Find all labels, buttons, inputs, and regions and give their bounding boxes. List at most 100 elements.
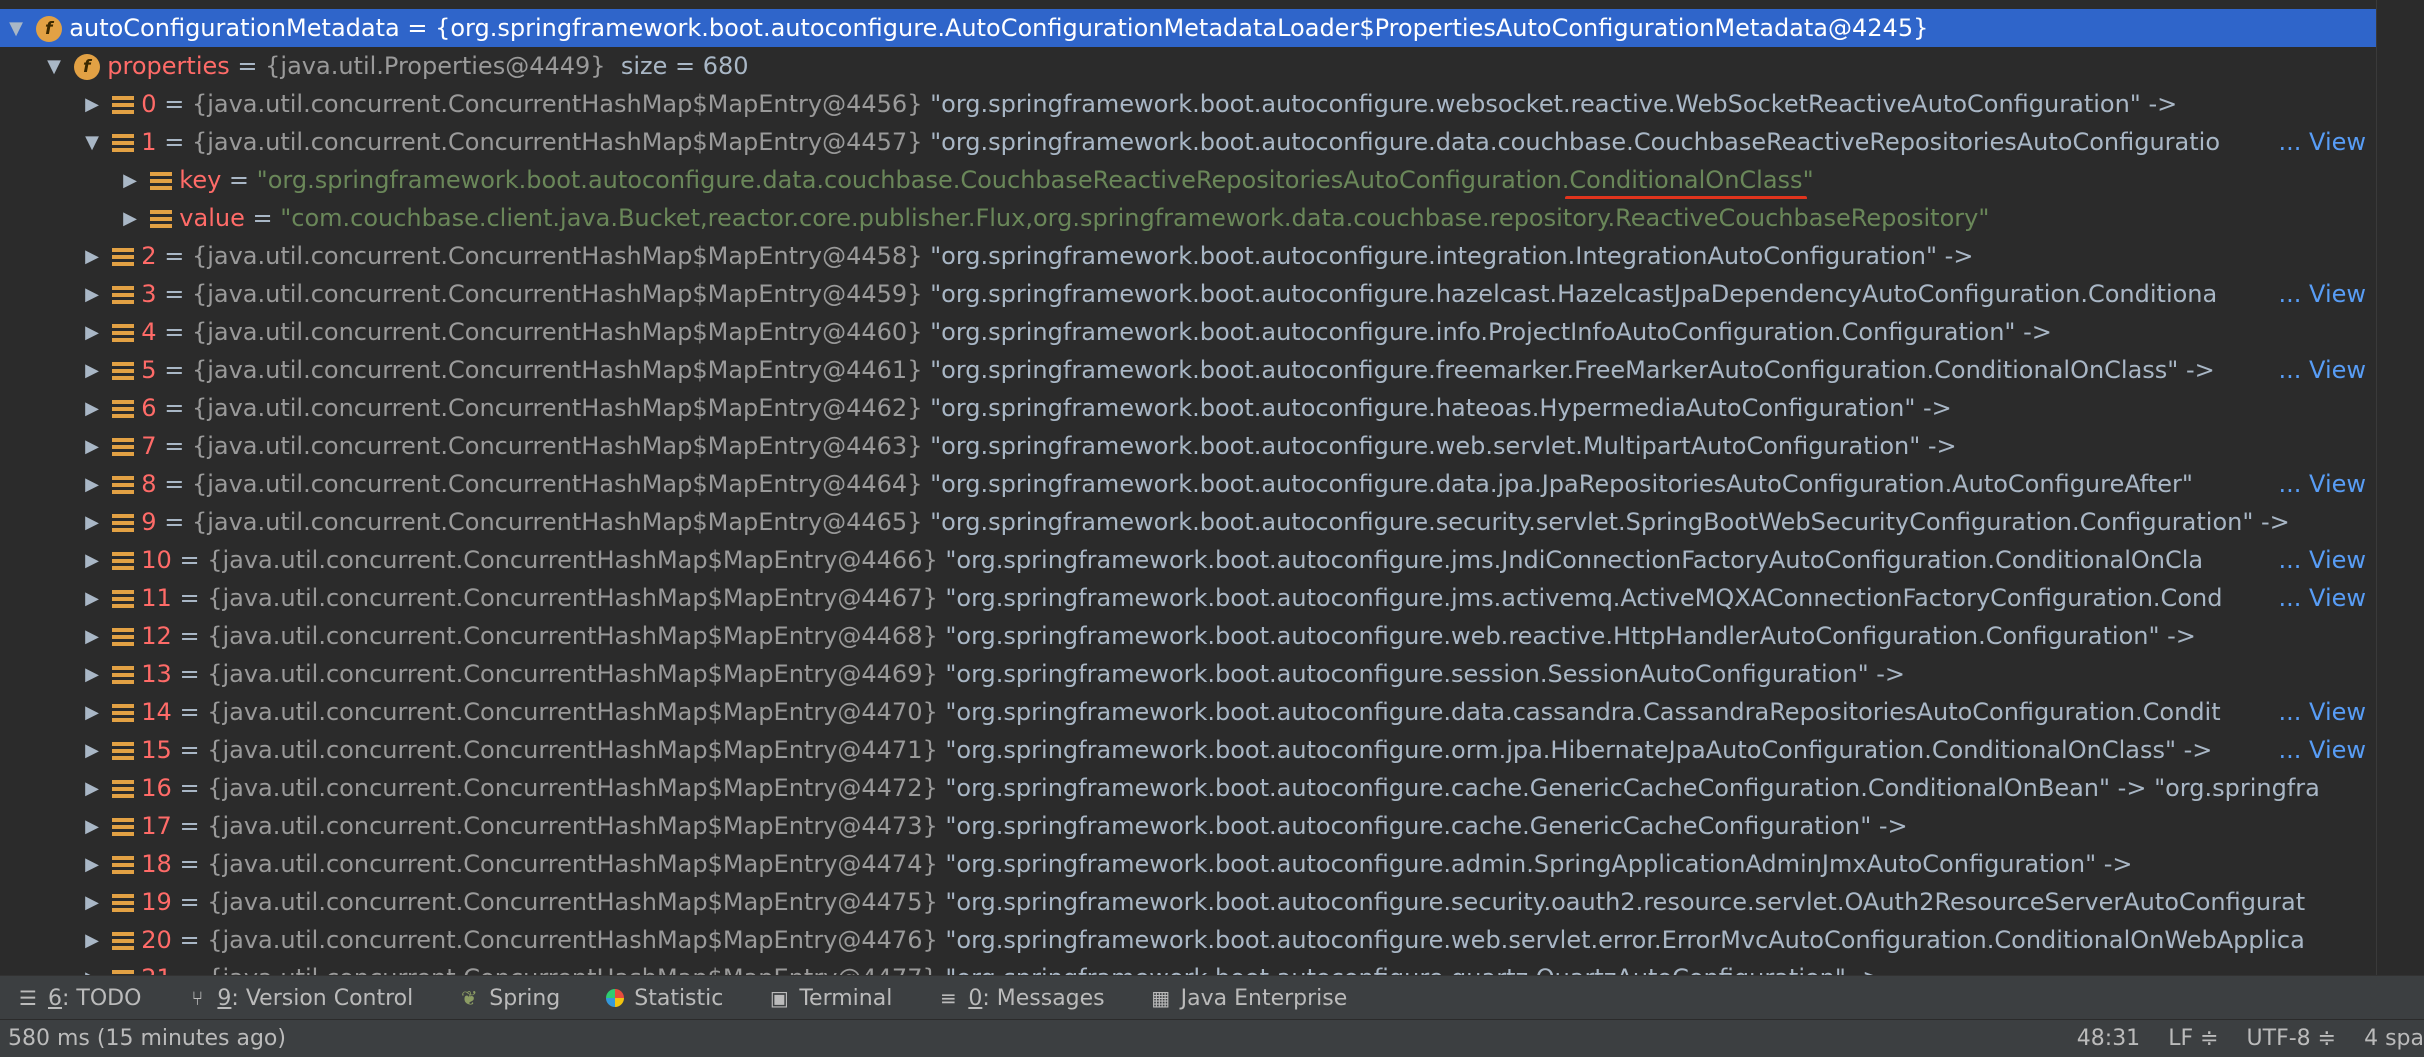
collapsed-arrow-icon[interactable]: ▶ <box>80 656 104 693</box>
collapsed-arrow-icon[interactable]: ▶ <box>80 352 104 389</box>
entry-index: 2 <box>141 242 157 270</box>
terminal-icon: ▣ <box>769 986 789 1010</box>
collapsed-arrow-icon[interactable]: ▶ <box>118 200 142 237</box>
version-control-tab[interactable]: ⑂ 9: Version Control <box>187 986 413 1011</box>
expanded-arrow-icon[interactable]: ▼ <box>4 10 28 47</box>
tree-row-entry[interactable]: ▶ 13 = {java.util.concurrent.ConcurrentH… <box>0 655 2376 693</box>
expanded-arrow-icon[interactable]: ▼ <box>80 124 104 161</box>
tree-row-value[interactable]: ▶ value = "com.couchbase.client.java.Buc… <box>0 199 2376 237</box>
entry-index: 19 <box>141 888 172 916</box>
tree-row-entry[interactable]: ▶ 3 = {java.util.concurrent.ConcurrentHa… <box>0 275 2376 313</box>
entry-text: "org.springframework.boot.autoconfigure.… <box>945 736 2213 764</box>
tree-row-entry[interactable]: ▶ 21 = {java.util.concurrent.ConcurrentH… <box>0 959 2376 975</box>
tree-row-entry[interactable]: ▶ 2 = {java.util.concurrent.ConcurrentHa… <box>0 237 2376 275</box>
tree-row-entry[interactable]: ▶ 12 = {java.util.concurrent.ConcurrentH… <box>0 617 2376 655</box>
collapsed-arrow-icon[interactable]: ▶ <box>80 884 104 921</box>
collapsed-arrow-icon[interactable]: ▶ <box>80 542 104 579</box>
entry-index: 8 <box>141 470 157 498</box>
tree-row-entry[interactable]: ▶ 11 = {java.util.concurrent.ConcurrentH… <box>0 579 2376 617</box>
tree-row-properties[interactable]: ▼ f properties = {java.util.Properties@4… <box>0 47 2376 85</box>
entry-object: {java.util.concurrent.ConcurrentHashMap$… <box>191 356 923 384</box>
tree-row-entry[interactable]: ▶ 0 = {java.util.concurrent.ConcurrentHa… <box>0 85 2376 123</box>
tree-row-entry[interactable]: ▶ 19 = {java.util.concurrent.ConcurrentH… <box>0 883 2376 921</box>
collapsed-arrow-icon[interactable]: ▶ <box>80 618 104 655</box>
entry-text: "org.springframework.boot.autoconfigure.… <box>930 508 2290 536</box>
view-link[interactable]: ... View <box>2264 731 2376 769</box>
collapsed-arrow-icon[interactable]: ▶ <box>80 580 104 617</box>
entry-text: "org.springframework.boot.autoconfigure.… <box>945 964 1882 975</box>
tree-row-entry[interactable]: ▶ 6 = {java.util.concurrent.ConcurrentHa… <box>0 389 2376 427</box>
tree-row-entry[interactable]: ▼ 1 = {java.util.concurrent.ConcurrentHa… <box>0 123 2376 161</box>
entry-text: "org.springframework.boot.autoconfigure.… <box>930 394 1952 422</box>
entry-object: {java.util.concurrent.ConcurrentHashMap$… <box>207 850 938 878</box>
collapsed-arrow-icon[interactable]: ▶ <box>80 808 104 845</box>
view-link[interactable]: ... View <box>2264 351 2376 389</box>
status-bar: 580 ms (15 minutes ago) 48:31 LF ≑ UTF-8… <box>0 1019 2424 1057</box>
collapsed-arrow-icon[interactable]: ▶ <box>80 466 104 503</box>
statistic-icon <box>606 989 625 1007</box>
entry-icon <box>111 550 134 572</box>
tree-row-root[interactable]: ▼ f autoConfigurationMetadata = {org.spr… <box>0 9 2376 47</box>
collapsed-arrow-icon[interactable]: ▶ <box>80 732 104 769</box>
underlined-annotation: ConditionalOnClass <box>1569 166 1803 194</box>
collapsed-arrow-icon[interactable]: ▶ <box>80 960 104 975</box>
collapsed-arrow-icon[interactable]: ▶ <box>80 428 104 465</box>
tree-row-entry[interactable]: ▶ 9 = {java.util.concurrent.ConcurrentHa… <box>0 503 2376 541</box>
todo-tab[interactable]: ☰ 6: TODO <box>18 986 141 1011</box>
collapsed-arrow-icon[interactable]: ▶ <box>80 922 104 959</box>
file-encoding[interactable]: UTF-8 ≑ <box>2247 1020 2337 1057</box>
entry-text: "org.springframework.boot.autoconfigure.… <box>930 90 2178 118</box>
indent-setting[interactable]: 4 spa <box>2364 1020 2424 1057</box>
entry-object: {java.util.concurrent.ConcurrentHashMap$… <box>191 242 923 270</box>
view-link[interactable]: ... View <box>2264 275 2376 313</box>
collapsed-arrow-icon[interactable]: ▶ <box>80 86 104 123</box>
tree-row-entry[interactable]: ▶ 10 = {java.util.concurrent.ConcurrentH… <box>0 541 2376 579</box>
collapsed-arrow-icon[interactable]: ▶ <box>80 694 104 731</box>
tree-row-entry[interactable]: ▶ 18 = {java.util.concurrent.ConcurrentH… <box>0 845 2376 883</box>
expanded-arrow-icon[interactable]: ▼ <box>42 48 66 85</box>
collapsed-arrow-icon[interactable]: ▶ <box>80 504 104 541</box>
tree-row-entry[interactable]: ▶ 5 = {java.util.concurrent.ConcurrentHa… <box>0 351 2376 389</box>
tree-row-entry[interactable]: ▶ 8 = {java.util.concurrent.ConcurrentHa… <box>0 465 2376 503</box>
line-separator[interactable]: LF ≑ <box>2168 1020 2218 1057</box>
entry-index: 6 <box>141 394 157 422</box>
view-link[interactable]: ... View <box>2264 693 2376 731</box>
entry-index: 4 <box>141 318 157 346</box>
tree-row-entry[interactable]: ▶ 14 = {java.util.concurrent.ConcurrentH… <box>0 693 2376 731</box>
collapsed-arrow-icon[interactable]: ▶ <box>80 238 104 275</box>
tree-row-entry[interactable]: ▶ 16 = {java.util.concurrent.ConcurrentH… <box>0 769 2376 807</box>
entry-index: 21 <box>141 964 172 975</box>
cursor-position[interactable]: 48:31 <box>2077 1020 2140 1057</box>
spring-tab[interactable]: ❦ Spring <box>459 986 560 1011</box>
list-icon: ☰ <box>19 986 37 1010</box>
vertical-scrollbar[interactable] <box>2376 0 2424 975</box>
view-link[interactable]: ... View <box>2264 541 2376 579</box>
tree-row-entry[interactable]: ▶ 17 = {java.util.concurrent.ConcurrentH… <box>0 807 2376 845</box>
tree-row-entry[interactable]: ▶ 20 = {java.util.concurrent.ConcurrentH… <box>0 921 2376 959</box>
view-link[interactable]: ... View <box>2264 465 2376 503</box>
view-link[interactable]: ... View <box>2264 123 2376 161</box>
collapsed-arrow-icon[interactable]: ▶ <box>80 770 104 807</box>
collapsed-arrow-icon[interactable]: ▶ <box>80 390 104 427</box>
collapsed-arrow-icon[interactable]: ▶ <box>80 846 104 883</box>
entry-text: "org.springframework.boot.autoconfigure.… <box>930 356 2215 384</box>
variables-tree: ▼ f autoConfigurationMetadata = {org.spr… <box>0 0 2376 975</box>
java-enterprise-tab[interactable]: ▦ Java Enterprise <box>1151 986 1347 1011</box>
collapsed-arrow-icon[interactable]: ▶ <box>118 162 142 199</box>
collapsed-arrow-icon[interactable]: ▶ <box>80 314 104 351</box>
entry-object: {java.util.concurrent.ConcurrentHashMap$… <box>207 926 938 954</box>
entry-object: {java.util.concurrent.ConcurrentHashMap$… <box>191 394 923 422</box>
tree-row-entry[interactable]: ▶ 7 = {java.util.concurrent.ConcurrentHa… <box>0 427 2376 465</box>
terminal-tab[interactable]: ▣ Terminal <box>769 986 892 1011</box>
statistic-tab[interactable]: Statistic <box>606 986 723 1011</box>
entry-index: 13 <box>141 660 172 688</box>
tree-row-entry[interactable]: ▶ 4 = {java.util.concurrent.ConcurrentHa… <box>0 313 2376 351</box>
collapsed-arrow-icon[interactable]: ▶ <box>80 276 104 313</box>
messages-tab[interactable]: ≡ 0: Messages <box>938 986 1105 1011</box>
tree-row-key[interactable]: ▶ key = "org.springframework.boot.autoco… <box>0 161 2376 199</box>
entry-text: "org.springframework.boot.autoconfigure.… <box>945 774 2320 802</box>
tree-row-entry[interactable]: ▶ 15 = {java.util.concurrent.ConcurrentH… <box>0 731 2376 769</box>
entry-object: {java.util.concurrent.ConcurrentHashMap$… <box>207 964 938 975</box>
view-link[interactable]: ... View <box>2264 579 2376 617</box>
entry-index: 20 <box>141 926 172 954</box>
